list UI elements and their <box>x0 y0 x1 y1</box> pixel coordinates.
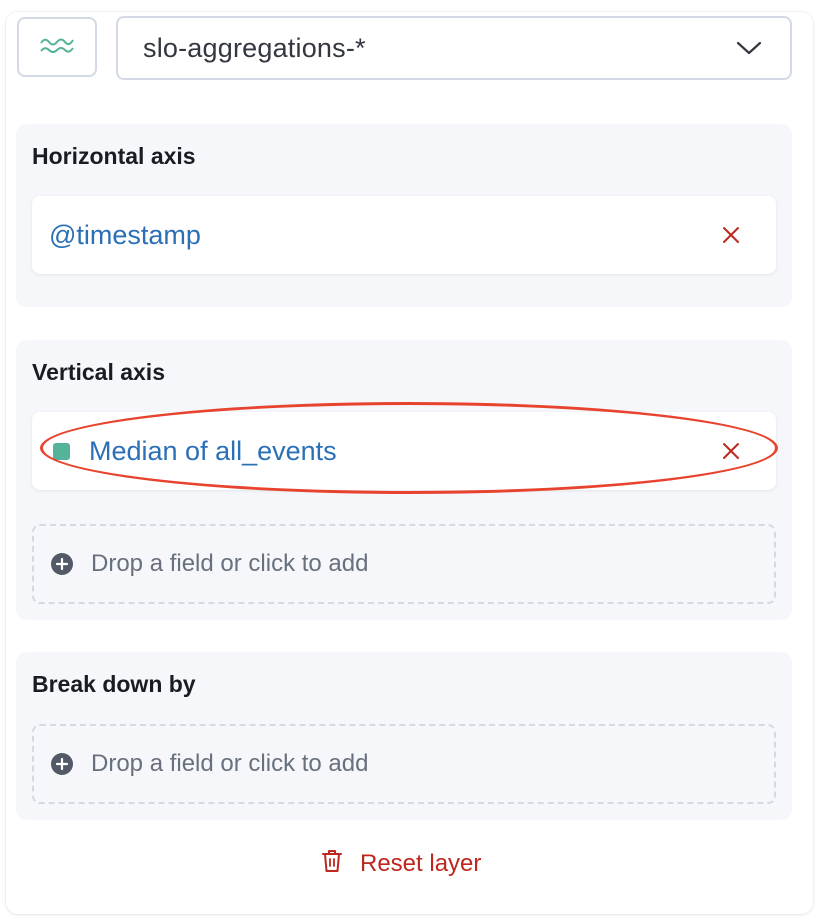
reset-layer-button[interactable]: Reset layer <box>320 848 481 879</box>
horizontal-axis-dimension[interactable]: @timestamp <box>32 196 776 274</box>
vertical-axis-drop-zone[interactable]: Drop a field or click to add <box>32 524 776 604</box>
close-icon[interactable] <box>722 226 740 249</box>
close-icon[interactable] <box>722 442 740 465</box>
line-chart-icon <box>39 33 75 62</box>
series-color-swatch <box>53 442 70 460</box>
vertical-axis-title: Vertical axis <box>32 359 165 385</box>
vertical-axis-field: Median of all_events <box>89 435 337 466</box>
chart-type-button[interactable] <box>17 17 97 77</box>
horizontal-axis-group: Horizontal axis @timestamp <box>16 124 792 307</box>
horizontal-axis-field: @timestamp <box>49 219 201 250</box>
vertical-axis-group: Vertical axis Median of all_events Drop … <box>16 340 792 620</box>
reset-layer-label: Reset layer <box>360 849 482 877</box>
trash-icon <box>320 848 344 879</box>
drop-zone-label: Drop a field or click to add <box>91 750 369 777</box>
plus-circle-icon <box>51 753 73 775</box>
index-pattern-label: slo-aggregations-* <box>143 32 366 63</box>
drop-zone-label: Drop a field or click to add <box>91 550 369 577</box>
horizontal-axis-title: Horizontal axis <box>32 143 196 169</box>
break-down-drop-zone[interactable]: Drop a field or click to add <box>32 724 776 804</box>
vertical-axis-dimension[interactable]: Median of all_events <box>32 412 776 490</box>
break-down-title: Break down by <box>32 671 196 697</box>
break-down-group: Break down by Drop a field or click to a… <box>16 652 792 820</box>
index-pattern-select[interactable]: slo-aggregations-* <box>116 16 792 80</box>
plus-circle-icon <box>51 553 73 575</box>
chevron-down-icon <box>736 40 762 61</box>
